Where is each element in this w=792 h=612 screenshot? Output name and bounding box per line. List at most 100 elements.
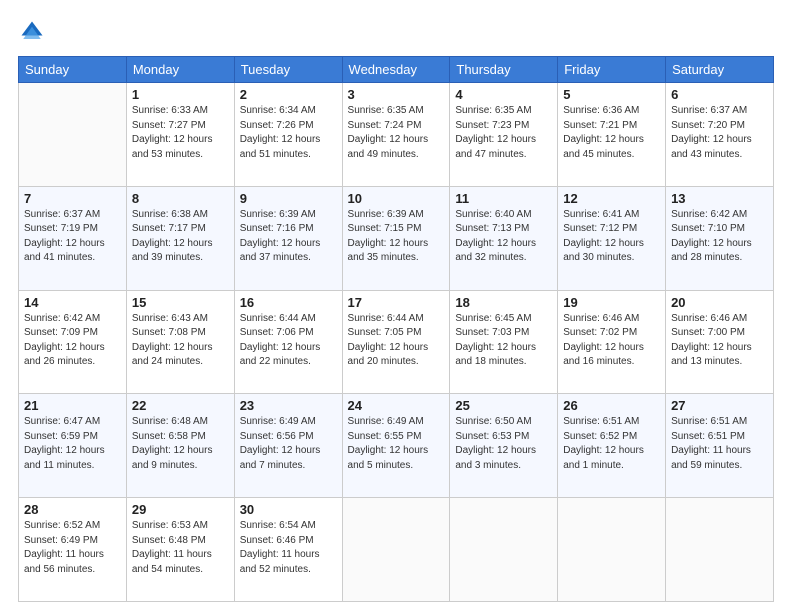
day-number: 30: [240, 502, 337, 517]
day-number: 20: [671, 295, 768, 310]
day-info: Sunrise: 6:49 AMSunset: 6:56 PMDaylight:…: [240, 415, 337, 473]
day-number: 22: [132, 398, 229, 413]
calendar-cell: 10 Sunrise: 6:39 AMSunset: 7:15 PMDayligh…: [342, 186, 450, 290]
calendar-table: SundayMondayTuesdayWednesdayThursdayFrid…: [18, 56, 774, 602]
day-number: 11: [455, 191, 552, 206]
day-number: 7: [24, 191, 121, 206]
day-number: 10: [348, 191, 445, 206]
calendar-cell: 11Sunrise: 6:40 AMSunset: 7:13 PMDayligh…: [450, 186, 558, 290]
day-number: 29: [132, 502, 229, 517]
day-number: 26: [563, 398, 660, 413]
day-number: 14: [24, 295, 121, 310]
calendar-cell: 23 Sunrise: 6:49 AMSunset: 6:56 PMDayligh…: [234, 394, 342, 498]
day-number: 3: [348, 87, 445, 102]
day-info: Sunrise: 6:52 AMSunset: 6:49 PMDaylight:…: [24, 519, 121, 577]
calendar-cell: 30 Sunrise: 6:54 AMSunset: 6:46 PMDayligh…: [234, 498, 342, 602]
logo-icon: [18, 18, 46, 46]
calendar-cell: 17Sunrise: 6:44 AMSunset: 7:05 PMDayligh…: [342, 290, 450, 394]
day-number: 4: [455, 87, 552, 102]
calendar-cell: 25 Sunrise: 6:50 AMSunset: 6:53 PMDayligh…: [450, 394, 558, 498]
day-number: 17: [348, 295, 445, 310]
day-info: Sunrise: 6:39 AMSunset: 7:16 PMDaylight:…: [240, 208, 337, 266]
calendar-cell: 9 Sunrise: 6:39 AMSunset: 7:16 PMDaylight…: [234, 186, 342, 290]
day-number: 8: [132, 191, 229, 206]
day-info: Sunrise: 6:48 AMSunset: 6:58 PMDaylight:…: [132, 415, 229, 473]
weekday-header: Saturday: [666, 57, 774, 83]
weekday-header: Wednesday: [342, 57, 450, 83]
calendar-cell: 29 Sunrise: 6:53 AMSunset: 6:48 PMDayligh…: [126, 498, 234, 602]
day-number: 13: [671, 191, 768, 206]
calendar-cell: 18 Sunrise: 6:45 AMSunset: 7:03 PMDayligh…: [450, 290, 558, 394]
day-info: Sunrise: 6:36 AMSunset: 7:21 PMDaylight:…: [563, 104, 660, 162]
day-info: Sunrise: 6:43 AMSunset: 7:08 PMDaylight:…: [132, 312, 229, 370]
calendar-cell: 4 Sunrise: 6:35 AMSunset: 7:23 PMDaylight…: [450, 83, 558, 187]
calendar-cell: 3 Sunrise: 6:35 AMSunset: 7:24 PMDaylight…: [342, 83, 450, 187]
calendar-cell: 7 Sunrise: 6:37 AMSunset: 7:19 PMDaylight…: [19, 186, 127, 290]
day-number: 5: [563, 87, 660, 102]
calendar-cell: 6 Sunrise: 6:37 AMSunset: 7:20 PMDaylight…: [666, 83, 774, 187]
calendar-cell: 1 Sunrise: 6:33 AMSunset: 7:27 PMDaylight…: [126, 83, 234, 187]
calendar-cell: 13 Sunrise: 6:42 AMSunset: 7:10 PMDayligh…: [666, 186, 774, 290]
day-info: Sunrise: 6:42 AMSunset: 7:10 PMDaylight:…: [671, 208, 768, 266]
day-info: Sunrise: 6:33 AMSunset: 7:27 PMDaylight:…: [132, 104, 229, 162]
day-info: Sunrise: 6:37 AMSunset: 7:20 PMDaylight:…: [671, 104, 768, 162]
day-number: 19: [563, 295, 660, 310]
calendar-cell: 26 Sunrise: 6:51 AMSunset: 6:52 PMDayligh…: [558, 394, 666, 498]
day-number: 18: [455, 295, 552, 310]
day-info: Sunrise: 6:46 AMSunset: 7:00 PMDaylight:…: [671, 312, 768, 370]
page: SundayMondayTuesdayWednesdayThursdayFrid…: [0, 0, 792, 612]
day-info: Sunrise: 6:39 AMSunset: 7:15 PMDaylight:…: [348, 208, 445, 266]
day-number: 24: [348, 398, 445, 413]
day-info: Sunrise: 6:37 AMSunset: 7:19 PMDaylight:…: [24, 208, 121, 266]
day-info: Sunrise: 6:46 AMSunset: 7:02 PMDaylight:…: [563, 312, 660, 370]
day-info: Sunrise: 6:51 AMSunset: 6:51 PMDaylight:…: [671, 415, 768, 473]
day-info: Sunrise: 6:54 AMSunset: 6:46 PMDaylight:…: [240, 519, 337, 577]
weekday-header: Monday: [126, 57, 234, 83]
day-number: 12: [563, 191, 660, 206]
day-info: Sunrise: 6:38 AMSunset: 7:17 PMDaylight:…: [132, 208, 229, 266]
calendar-cell: 5 Sunrise: 6:36 AMSunset: 7:21 PMDaylight…: [558, 83, 666, 187]
day-info: Sunrise: 6:49 AMSunset: 6:55 PMDaylight:…: [348, 415, 445, 473]
calendar-cell: 24 Sunrise: 6:49 AMSunset: 6:55 PMDayligh…: [342, 394, 450, 498]
weekday-header: Friday: [558, 57, 666, 83]
day-info: Sunrise: 6:44 AMSunset: 7:06 PMDaylight:…: [240, 312, 337, 370]
calendar-cell: 8 Sunrise: 6:38 AMSunset: 7:17 PMDaylight…: [126, 186, 234, 290]
calendar-cell: 12 Sunrise: 6:41 AMSunset: 7:12 PMDayligh…: [558, 186, 666, 290]
day-number: 15: [132, 295, 229, 310]
day-info: Sunrise: 6:51 AMSunset: 6:52 PMDaylight:…: [563, 415, 660, 473]
calendar-cell: 20 Sunrise: 6:46 AMSunset: 7:00 PMDayligh…: [666, 290, 774, 394]
calendar-cell: 21 Sunrise: 6:47 AMSunset: 6:59 PMDayligh…: [19, 394, 127, 498]
calendar-cell: 27Sunrise: 6:51 AMSunset: 6:51 PMDayligh…: [666, 394, 774, 498]
calendar-cell: 14 Sunrise: 6:42 AMSunset: 7:09 PMDayligh…: [19, 290, 127, 394]
day-number: 21: [24, 398, 121, 413]
weekday-header: Thursday: [450, 57, 558, 83]
day-info: Sunrise: 6:34 AMSunset: 7:26 PMDaylight:…: [240, 104, 337, 162]
calendar-cell: 22 Sunrise: 6:48 AMSunset: 6:58 PMDayligh…: [126, 394, 234, 498]
calendar-cell: [558, 498, 666, 602]
calendar-cell: [450, 498, 558, 602]
day-info: Sunrise: 6:41 AMSunset: 7:12 PMDaylight:…: [563, 208, 660, 266]
day-number: 2: [240, 87, 337, 102]
calendar-cell: 28 Sunrise: 6:52 AMSunset: 6:49 PMDayligh…: [19, 498, 127, 602]
calendar-cell: [19, 83, 127, 187]
day-info: Sunrise: 6:35 AMSunset: 7:23 PMDaylight:…: [455, 104, 552, 162]
day-info: Sunrise: 6:42 AMSunset: 7:09 PMDaylight:…: [24, 312, 121, 370]
day-number: 25: [455, 398, 552, 413]
day-info: Sunrise: 6:35 AMSunset: 7:24 PMDaylight:…: [348, 104, 445, 162]
calendar-cell: 2 Sunrise: 6:34 AMSunset: 7:26 PMDaylight…: [234, 83, 342, 187]
day-info: Sunrise: 6:47 AMSunset: 6:59 PMDaylight:…: [24, 415, 121, 473]
calendar-cell: [666, 498, 774, 602]
day-info: Sunrise: 6:50 AMSunset: 6:53 PMDaylight:…: [455, 415, 552, 473]
day-number: 16: [240, 295, 337, 310]
day-number: 23: [240, 398, 337, 413]
weekday-header: Tuesday: [234, 57, 342, 83]
header: [18, 18, 774, 46]
day-number: 9: [240, 191, 337, 206]
day-info: Sunrise: 6:45 AMSunset: 7:03 PMDaylight:…: [455, 312, 552, 370]
day-number: 6: [671, 87, 768, 102]
day-number: 28: [24, 502, 121, 517]
day-number: 1: [132, 87, 229, 102]
calendar-cell: [342, 498, 450, 602]
day-info: Sunrise: 6:53 AMSunset: 6:48 PMDaylight:…: [132, 519, 229, 577]
logo: [18, 18, 50, 46]
